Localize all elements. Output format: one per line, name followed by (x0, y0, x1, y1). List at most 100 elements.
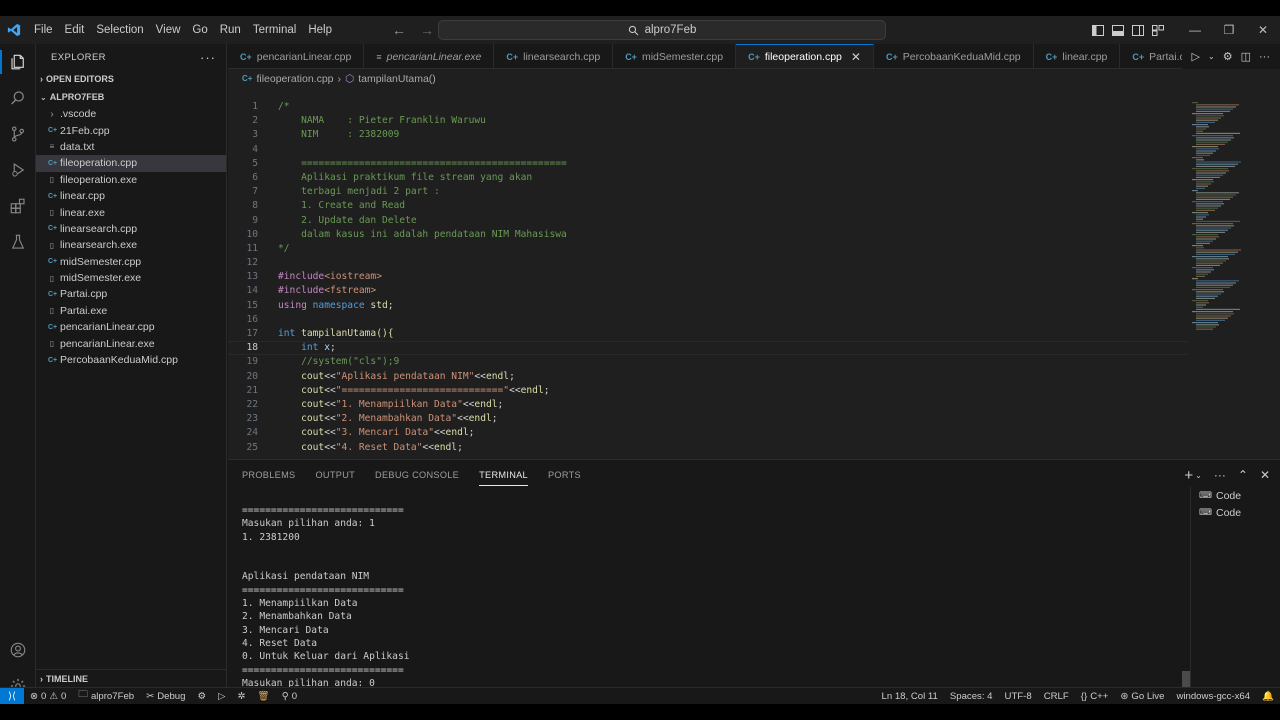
split-editor-icon[interactable]: ◫ (1241, 50, 1251, 63)
file-tree-item[interactable]: C+ midSemester.cpp (36, 254, 226, 270)
new-terminal-plus-icon[interactable]: + (1184, 467, 1193, 484)
code-line[interactable]: 18 int x; (228, 341, 1188, 355)
code-line[interactable]: 12 (228, 256, 1188, 270)
workspace-folder-section[interactable]: ⌄ ALPRO7FEB (36, 88, 226, 106)
build-settings-gear-icon[interactable]: ⚙ (191, 691, 212, 702)
terminal-session[interactable]: ⌨ Code (1191, 487, 1280, 504)
remote-indicator-icon[interactable]: ⟩⟨ (0, 687, 24, 704)
code-line[interactable]: 13 #include<iostream> (228, 270, 1188, 284)
editor-tab[interactable]: C+ PercobaanKeduaMid.cpp (874, 44, 1034, 68)
toggle-secondary-sidebar-icon[interactable] (1128, 16, 1148, 44)
toggle-primary-sidebar-icon[interactable] (1088, 16, 1108, 44)
cursor-position[interactable]: Ln 18, Col 11 (875, 691, 943, 702)
ports-indicator[interactable]: ⚲ 0 (276, 691, 303, 702)
code-line[interactable]: 6 Aplikasi praktikum file stream yang ak… (228, 171, 1188, 185)
code-line[interactable]: 7 terbagi menjadi 2 part : (228, 185, 1188, 199)
file-tree-item[interactable]: › .vscode (36, 106, 226, 122)
panel-tab-debug-console[interactable]: DEBUG CONSOLE (375, 460, 459, 490)
indentation[interactable]: Spaces: 4 (944, 691, 999, 702)
file-tree-item[interactable]: C+ linear.cpp (36, 188, 226, 204)
testing-flask-icon[interactable] (0, 224, 36, 260)
editor-tab[interactable]: C+ linear.cpp (1034, 44, 1121, 68)
panel-tab-output[interactable]: OUTPUT (315, 460, 355, 490)
debug-bug-icon[interactable]: ✲ (231, 691, 251, 702)
toggle-panel-icon[interactable] (1108, 16, 1128, 44)
file-tree-item[interactable]: C+ linearsearch.cpp (36, 221, 226, 237)
close-tab-icon[interactable]: ✕ (851, 50, 861, 64)
compiler-config[interactable]: windows-gcc-x64 (1170, 691, 1256, 702)
run-debug-icon[interactable] (0, 152, 36, 188)
code-line[interactable]: 22 cout<<"1. Menampiilkan Data"<<endl; (228, 398, 1188, 412)
minimap[interactable] (1190, 100, 1250, 340)
code-line[interactable]: 4 (228, 143, 1188, 157)
code-line[interactable]: 1 /* (228, 100, 1188, 114)
menu-view[interactable]: View (150, 16, 187, 44)
editor-tab[interactable]: C+ fileoperation.cpp ✕ (736, 44, 874, 68)
clean-trash-icon[interactable]: 🗑 (252, 691, 276, 702)
file-tree-item[interactable]: ▯ fileoperation.exe (36, 172, 226, 188)
editor-scrollbar[interactable] (1272, 88, 1280, 458)
file-tree-item[interactable]: C+ Partai.cpp (36, 286, 226, 302)
close-window-icon[interactable]: ✕ (1246, 16, 1280, 44)
editor-tab[interactable]: C+ midSemester.cpp (613, 44, 737, 68)
terminal-session[interactable]: ⌨ Code (1191, 504, 1280, 521)
editor-tab[interactable]: ≡ pencarianLinear.exe (364, 44, 495, 68)
file-tree-item[interactable]: ▯ midSemester.exe (36, 270, 226, 286)
code-line[interactable]: 8 1. Create and Read (228, 199, 1188, 213)
file-tree-item[interactable]: ▯ pencarianLinear.exe (36, 335, 226, 351)
back-arrow-icon[interactable]: ← (392, 22, 406, 38)
breadcrumb-symbol[interactable]: tampilanUtama() (358, 73, 436, 85)
breadcrumb-file[interactable]: fileoperation.cpp (256, 73, 333, 85)
code-line[interactable]: 9 2. Update dan Delete (228, 214, 1188, 228)
file-tree-item[interactable]: ▯ Partai.exe (36, 303, 226, 319)
menu-go[interactable]: Go (186, 16, 213, 44)
open-editors-section[interactable]: › OPEN EDITORS (36, 70, 226, 88)
panel-tab-terminal[interactable]: TERMINAL (479, 460, 528, 490)
forward-arrow-icon[interactable]: → (420, 22, 434, 38)
go-live-button[interactable]: ⊛ Go Live (1114, 691, 1170, 702)
code-line[interactable]: 11 */ (228, 242, 1188, 256)
code-line[interactable]: 23 cout<<"2. Menambahkan Data"<<endl; (228, 412, 1188, 426)
accounts-icon[interactable] (0, 632, 36, 668)
code-line[interactable]: 19 //system("cls");9 (228, 355, 1188, 369)
explorer-icon[interactable] (0, 44, 36, 80)
more-actions-icon[interactable]: ··· (200, 50, 216, 65)
editor-tab[interactable]: C+ linearsearch.cpp (494, 44, 614, 68)
notifications-bell-icon[interactable]: 🔔 (1256, 691, 1280, 702)
folder-indicator[interactable]: 🗀 alpro7Feb (72, 688, 140, 704)
terminal-output[interactable]: ============================ Masukan pili… (242, 504, 1182, 702)
more-actions-icon[interactable]: ··· (1259, 51, 1270, 63)
run-code-icon[interactable]: ▷ (1192, 50, 1200, 63)
code-line[interactable]: 5 ======================================… (228, 157, 1188, 171)
file-tree-item[interactable]: C+ fileoperation.cpp (36, 155, 226, 172)
file-tree-item[interactable]: C+ pencarianLinear.cpp (36, 319, 226, 335)
end-of-line[interactable]: CRLF (1038, 691, 1075, 702)
chevron-down-icon[interactable]: ⌄ (1195, 471, 1202, 480)
run-play-icon[interactable]: ▷ (212, 691, 231, 702)
file-tree-item[interactable]: C+ PercobaanKeduaMid.cpp (36, 352, 226, 368)
problems-indicator[interactable]: ⊗ 0 ⚠ 0 (24, 691, 72, 702)
debug-indicator[interactable]: ✂ Debug (140, 691, 191, 702)
source-control-icon[interactable] (0, 116, 36, 152)
code-line[interactable]: 3 NIM : 2382009 (228, 128, 1188, 142)
encoding[interactable]: UTF-8 (999, 691, 1038, 702)
code-line[interactable]: 14 #include<fstream> (228, 284, 1188, 298)
file-tree-item[interactable]: ▯ linearsearch.exe (36, 237, 226, 253)
extensions-icon[interactable] (0, 188, 36, 224)
command-center-search[interactable]: alpro7Feb (438, 20, 886, 40)
close-panel-icon[interactable]: ✕ (1260, 468, 1270, 482)
search-sidebar-icon[interactable] (0, 80, 36, 116)
menu-terminal[interactable]: Terminal (247, 16, 302, 44)
customize-layout-icon[interactable] (1148, 16, 1168, 44)
maximize-panel-chevron-up-icon[interactable]: ⌃ (1238, 468, 1248, 482)
panel-tab-ports[interactable]: PORTS (548, 460, 581, 490)
code-line[interactable]: 16 (228, 313, 1188, 327)
timeline-section[interactable]: › TIMELINE (36, 669, 226, 687)
more-actions-icon[interactable]: ··· (1214, 468, 1226, 482)
code-line[interactable]: 15 using namespace std; (228, 299, 1188, 313)
menu-help[interactable]: Help (302, 16, 338, 44)
menu-edit[interactable]: Edit (59, 16, 91, 44)
file-tree-item[interactable]: ≡ data.txt (36, 139, 226, 155)
code-line[interactable]: 25 cout<<"4. Reset Data"<<endl; (228, 441, 1188, 455)
code-editor[interactable]: 1/* 2 NAMA : Pieter Franklin Waruwu 3 NIM … (228, 100, 1188, 459)
